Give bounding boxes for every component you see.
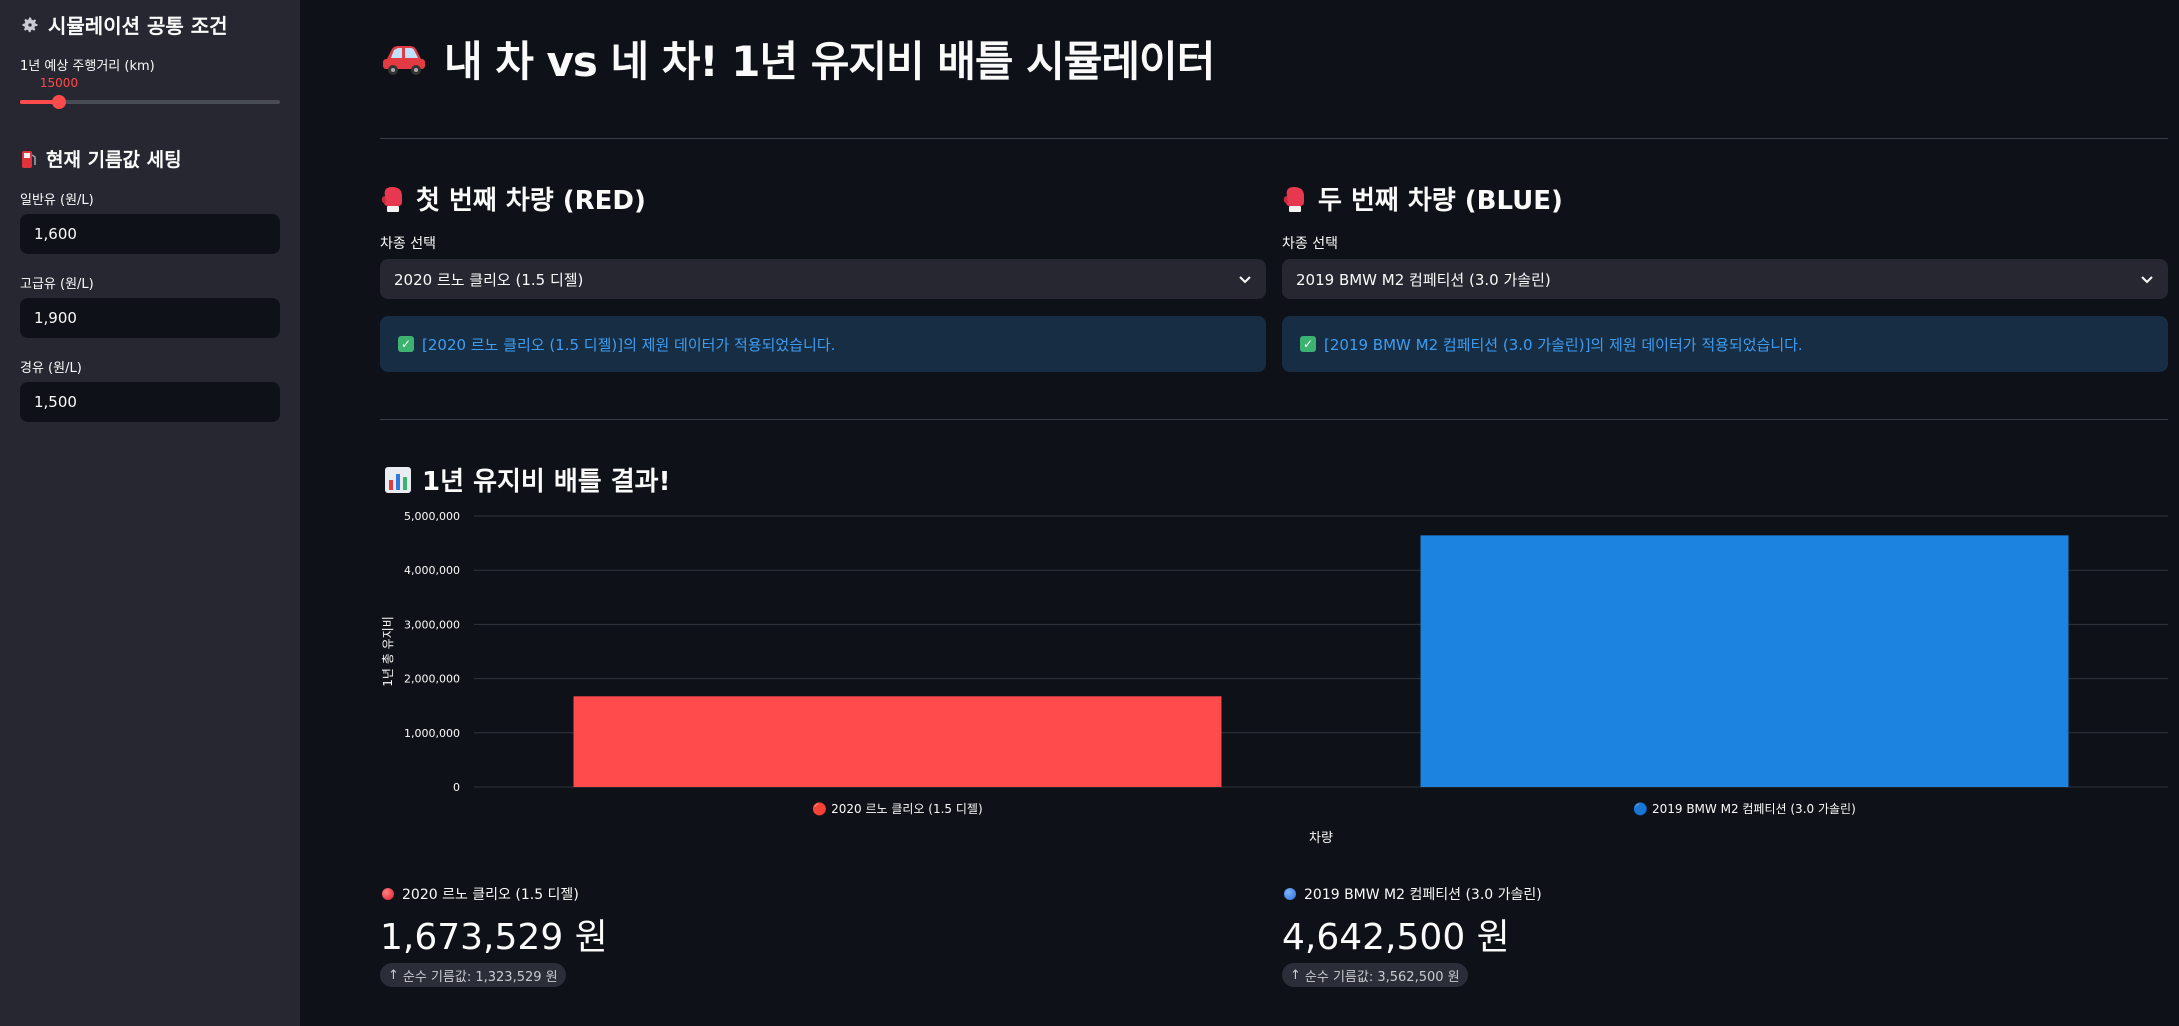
car2-select-label: 차종 선택 [1282, 236, 1338, 252]
result-header: 1년 유지비 배틀 결과! [384, 461, 670, 498]
car-icon [383, 45, 425, 75]
car1-delta-text: 순수 기름값: 1,323,529 원 [402, 969, 558, 985]
car2-delta-text: 순수 기름값: 3,562,500 원 [1304, 969, 1460, 985]
car1-selected-value: 2020 르노 클리오 (1.5 디젤) [394, 270, 584, 289]
car2-metric-label: 2019 BMW M2 컴페티션 (3.0 가솔린) [1284, 884, 1542, 904]
page-title-text: 내 차 vs 네 차! 1년 유지비 배틀 시뮬레이터 [444, 37, 1215, 86]
result-title: 1년 유지비 배틀 결과! [422, 467, 671, 497]
gasoline-price-input[interactable]: 1,600 [20, 214, 280, 254]
car2-metric-name: 2019 BMW M2 컴페티션 (3.0 가솔린) [1304, 887, 1542, 903]
premium-price-input[interactable]: 1,900 [20, 298, 280, 338]
y-tick-label: 5,000,000 [404, 510, 460, 523]
red-circle-icon [382, 888, 394, 900]
car1-header: 첫 번째 차량 (RED) [380, 180, 646, 217]
divider-middle [380, 419, 2168, 420]
check-icon: ✓ [398, 336, 414, 352]
chevron-down-icon [2141, 276, 2153, 284]
car1-metric-value: 1,673,529 원 [380, 917, 608, 958]
blue-circle-icon [1284, 888, 1296, 900]
car1-select[interactable]: 2020 르노 클리오 (1.5 디젤) [380, 259, 1266, 299]
y-tick-label: 2,000,000 [404, 673, 460, 686]
x-tick-label: 🔵 2019 BMW M2 컴페티션 (3.0 가솔린) [1633, 802, 1856, 816]
gear-icon [22, 17, 38, 32]
car2-info-alert: ✓ [2019 BMW M2 컴페티션 (3.0 가솔린)]의 제원 데이터가 … [1282, 316, 2168, 372]
distance-value: 15000 [39, 76, 79, 90]
car1-select-label: 차종 선택 [380, 236, 436, 252]
slider-thumb[interactable] [52, 95, 66, 109]
fuel-price-header: 현재 기름값 세팅 [20, 145, 182, 172]
diesel-label: 경유 (원/L) [20, 361, 82, 376]
arrow-up-icon: ↑ [1290, 967, 1301, 983]
x-axis-label: 차량 [1309, 831, 1333, 846]
sidebar: 시뮬레이션 공통 조건 1년 예상 주행거리 (km) 15000 현재 기름값… [0, 0, 300, 1026]
car1-info-text: [2020 르노 클리오 (1.5 디젤)]의 제원 데이터가 적용되었습니다. [422, 335, 836, 354]
car1-heading: 첫 번째 차량 (RED) [416, 186, 646, 216]
bar [1420, 535, 2069, 787]
bar-chart-icon [385, 466, 411, 493]
x-tick-label: 🔴 2020 르노 클리오 (1.5 디젤) [812, 802, 982, 816]
y-tick-label: 4,000,000 [404, 564, 460, 577]
check-icon: ✓ [1300, 336, 1316, 352]
common-conditions-title: 시뮬레이션 공통 조건 [48, 14, 228, 38]
y-tick-label: 3,000,000 [404, 618, 460, 631]
car2-selected-value: 2019 BMW M2 컴페티션 (3.0 가솔린) [1296, 270, 1551, 289]
arrow-up-icon: ↑ [388, 967, 399, 983]
car2-select[interactable]: 2019 BMW M2 컴페티션 (3.0 가솔린) [1282, 259, 2168, 299]
diesel-price-input[interactable]: 1,500 [20, 382, 280, 422]
car2-metric-delta: ↑ 순수 기름값: 3,562,500 원 [1282, 963, 1468, 987]
y-axis-label: 1년 총 유지비 [381, 616, 395, 686]
fuel-price-title: 현재 기름값 세팅 [46, 149, 182, 171]
boxing-glove-icon [381, 186, 402, 212]
bar [573, 696, 1222, 787]
car1-metric-delta: ↑ 순수 기름값: 1,323,529 원 [380, 963, 566, 987]
car2-header: 두 번째 차량 (BLUE) [1282, 180, 1563, 217]
page-title: 내 차 vs 네 차! 1년 유지비 배틀 시뮬레이터 [380, 28, 1215, 89]
y-tick-label: 1,000,000 [404, 727, 460, 740]
car1-metric-label: 2020 르노 클리오 (1.5 디젤) [382, 884, 579, 904]
car1-info-alert: ✓ [2020 르노 클리오 (1.5 디젤)]의 제원 데이터가 적용되었습니… [380, 316, 1266, 372]
gasoline-label: 일반유 (원/L) [20, 193, 94, 208]
distance-slider[interactable] [20, 95, 280, 109]
boxing-glove-icon [1283, 186, 1304, 212]
common-conditions-header: 시뮬레이션 공통 조건 [20, 10, 228, 39]
divider-top [380, 138, 2168, 139]
premium-label: 고급유 (원/L) [20, 277, 94, 292]
car2-info-text: [2019 BMW M2 컴페티션 (3.0 가솔린)]의 제원 데이터가 적용… [1324, 335, 1803, 354]
distance-label: 1년 예상 주행거리 (km) [20, 59, 155, 74]
fuel-pump-icon [22, 150, 36, 168]
car2-metric-value: 4,642,500 원 [1282, 917, 1510, 958]
car2-heading: 두 번째 차량 (BLUE) [1318, 186, 1563, 216]
y-tick-label: 0 [453, 781, 460, 794]
cost-bar-chart: 0 1,000,000 2,000,000 3,000,000 4,000,000 5,0… [381, 510, 2168, 846]
chevron-down-icon [1239, 276, 1251, 284]
car1-metric-name: 2020 르노 클리오 (1.5 디젤) [402, 887, 579, 903]
